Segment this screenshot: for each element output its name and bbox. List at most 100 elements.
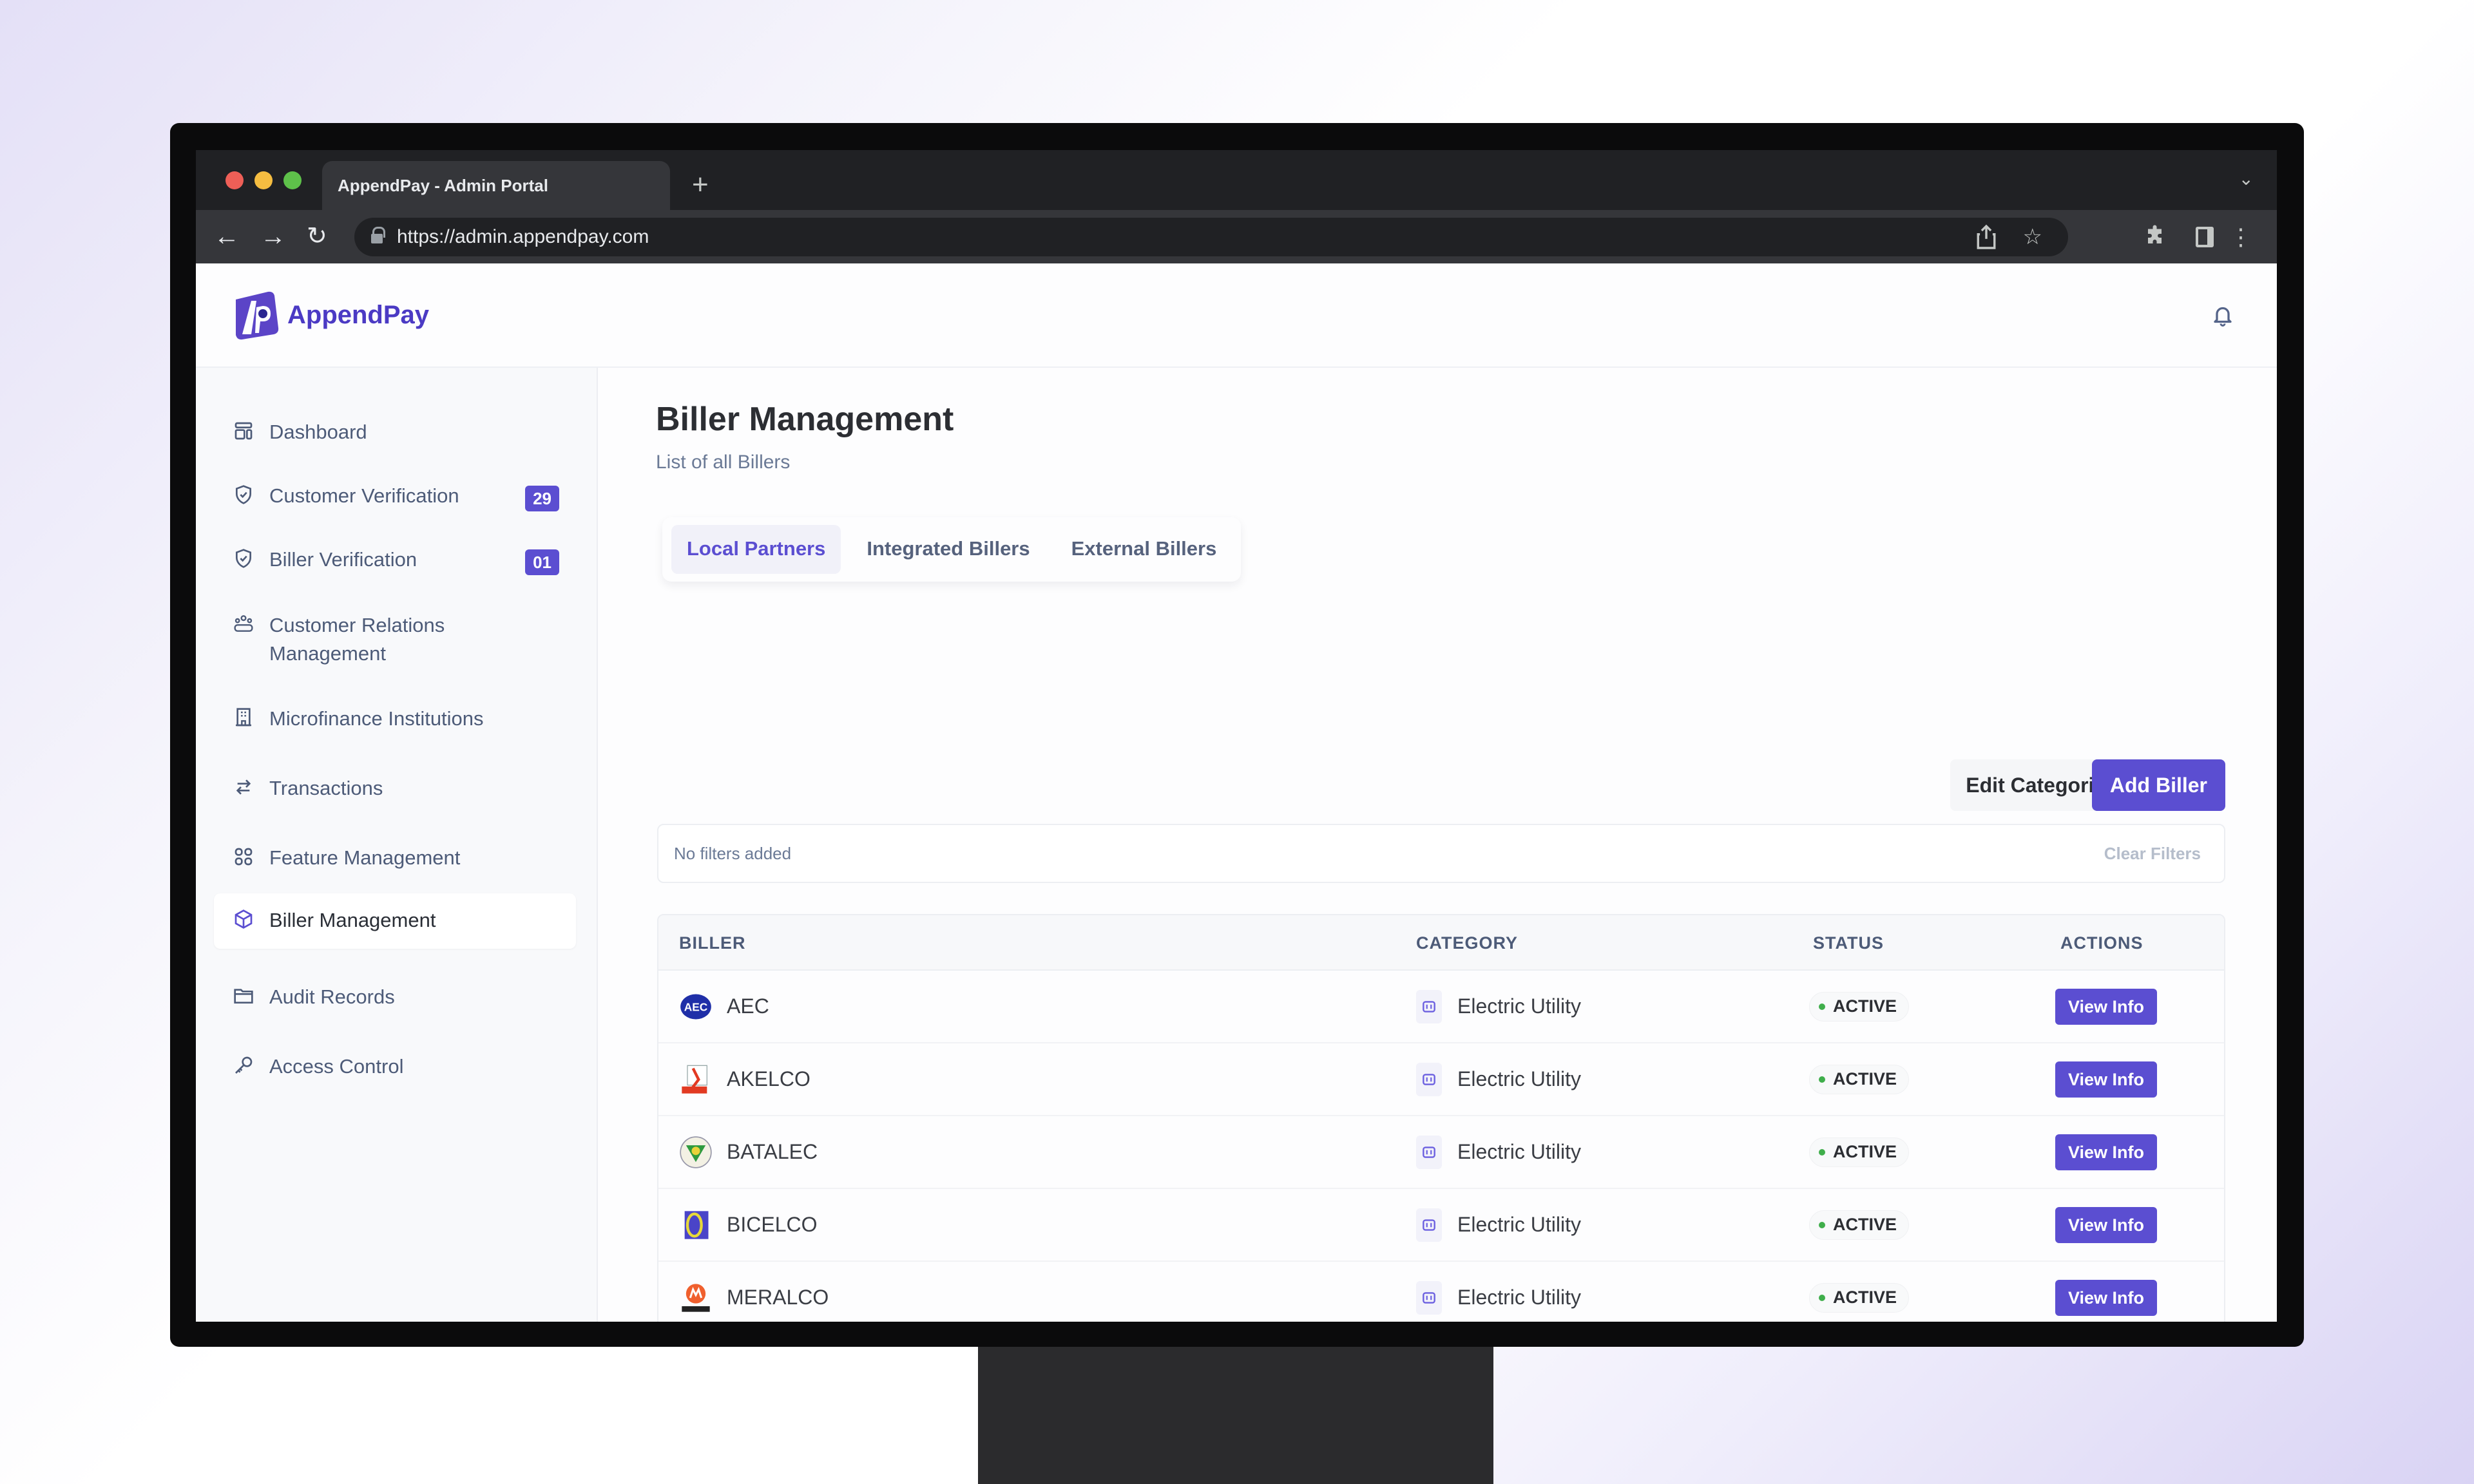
users-icon [234, 615, 253, 632]
page-subtitle: List of all Billers [656, 452, 791, 473]
filter-toolbar: Search Name Filter by Status ⌄ Filter by… [598, 759, 2277, 1201]
status-text: ACTIVE [1833, 1142, 1897, 1161]
status-dot-icon [1819, 1076, 1825, 1083]
table-row: AKELCO Electric Utility ACTIVE View Info [658, 1043, 2224, 1116]
utility-icon [1416, 989, 1442, 1023]
browser-window: AppendPay - Admin Portal + ⌄ ← → ↻ https… [196, 150, 2277, 1322]
sidebar-item-customer-relations[interactable]: Customer Relations Management [214, 602, 536, 677]
view-info-button[interactable]: View Info [2055, 1134, 2158, 1170]
sidebar-item-feature-management[interactable]: Feature Management [214, 835, 576, 881]
url-text[interactable]: https://admin.appendpay.com [397, 218, 649, 256]
sidebar-item-audit-records[interactable]: Audit Records [214, 974, 576, 1020]
sidebar-item-microfinance[interactable]: Microfinance Institutions [214, 696, 576, 742]
biller-name: BATALEC [727, 1140, 818, 1163]
view-info-button[interactable]: View Info [2055, 1061, 2158, 1098]
reload-icon[interactable]: ↻ [307, 220, 327, 252]
sidebar-item-transactions[interactable]: Transactions [214, 765, 576, 812]
add-biller-button[interactable]: Add Biller [2091, 759, 2225, 811]
appendpay-logo-mark-icon [236, 291, 279, 340]
sidebar-item-dashboard[interactable]: Dashboard [214, 409, 576, 455]
utility-icon [1416, 1280, 1442, 1315]
page-title: Biller Management [656, 401, 954, 438]
count-badge: 01 [525, 549, 559, 575]
bookmark-star-icon[interactable]: ☆ [2023, 224, 2042, 250]
browser-tab-title: AppendPay - Admin Portal [338, 176, 548, 195]
monitor-frame: AppendPay - Admin Portal + ⌄ ← → ↻ https… [170, 123, 2304, 1347]
table-header: BILLER CATEGORY STATUS ACTIONS [658, 915, 2224, 971]
biller-tabs: Local Partners Integrated Billers Extern… [662, 517, 1242, 582]
sidebar-item-label: Access Control [269, 1055, 404, 1078]
new-tab-button[interactable]: + [692, 166, 709, 204]
biller-name: AEC [727, 994, 769, 1018]
status-dot-icon [1819, 1294, 1825, 1301]
browser-menu-kebab-icon[interactable]: ⋮ [2229, 224, 2252, 250]
grid-icon [235, 848, 253, 866]
table-body: AEC AEC Electric Utility ACTIVE View Inf… [658, 971, 2224, 1322]
window-maximize-button[interactable] [283, 171, 302, 189]
monitor-stand [978, 1347, 1493, 1484]
sidebar-item-label: Microfinance Institutions [269, 707, 484, 730]
status-text: ACTIVE [1833, 1069, 1897, 1089]
arrows-swap-icon [236, 779, 251, 795]
status-dot-icon [1819, 1003, 1825, 1010]
sidebar-item-access-control[interactable]: Access Control [214, 1043, 576, 1090]
tab-search-chevron-icon[interactable]: ⌄ [2239, 168, 2254, 189]
address-bar[interactable]: https://admin.appendpay.com ☆ [354, 218, 2068, 256]
biller-logo-icon [679, 1136, 713, 1169]
column-header-category[interactable]: CATEGORY [1416, 915, 1518, 971]
table-row: AEC AEC Electric Utility ACTIVE View Inf… [658, 971, 2224, 1043]
view-info-button[interactable]: View Info [2055, 1279, 2158, 1316]
browser-tab[interactable]: AppendPay - Admin Portal [322, 161, 670, 210]
cube-icon [235, 909, 253, 929]
utility-icon [1416, 1062, 1442, 1096]
share-icon[interactable] [1975, 224, 1997, 256]
brand-name: AppendPay [287, 300, 430, 329]
key-icon [235, 1056, 253, 1074]
view-info-button[interactable]: View Info [2055, 1206, 2158, 1243]
biller-logo-icon [679, 1281, 713, 1315]
tab-integrated-billers[interactable]: Integrated Billers [851, 525, 1045, 574]
column-header-status[interactable]: STATUS [1813, 915, 1884, 971]
notification-bell-icon[interactable] [2211, 303, 2234, 327]
view-info-button[interactable]: View Info [2055, 988, 2158, 1025]
app-header: AppendPay [196, 263, 2277, 368]
sidebar-item-label: Feature Management [269, 846, 461, 869]
sidebar-item-label: Customer Relations Management [269, 614, 445, 665]
appendpay-logo[interactable]: AppendPay [228, 288, 429, 342]
forward-arrow-icon[interactable]: → [260, 220, 286, 252]
status-dot-icon [1819, 1221, 1825, 1228]
column-header-actions: ACTIONS [2060, 933, 2143, 953]
main-content: Biller Management List of all Billers Lo… [598, 368, 2277, 1322]
count-badge: 29 [525, 486, 559, 511]
status-badge: ACTIVE [1809, 1210, 1910, 1240]
sidebar-item-label: Audit Records [269, 985, 395, 1008]
lock-icon[interactable] [371, 227, 385, 243]
back-arrow-icon[interactable]: ← [214, 220, 240, 252]
sidebar-item-biller-verification[interactable]: Biller Verification 01 [214, 537, 576, 583]
tab-external-billers[interactable]: External Billers [1056, 525, 1232, 574]
sidebar-item-label: Transactions [269, 777, 383, 799]
shield-check-icon [236, 549, 251, 568]
table-row: BICELCO Electric Utility ACTIVE View Inf… [658, 1189, 2224, 1262]
status-text: ACTIVE [1833, 1215, 1897, 1234]
sidebar: Dashboard Customer Verification 29 Bille… [196, 368, 598, 1322]
sidebar-item-label: Dashboard [269, 421, 367, 443]
active-filters-bar: No filters added Clear Filters [657, 824, 2225, 883]
sidebar-item-customer-verification[interactable]: Customer Verification 29 [214, 473, 576, 519]
status-badge: ACTIVE [1809, 1282, 1910, 1313]
side-panel-icon[interactable] [2196, 224, 2214, 252]
tab-local-partners[interactable]: Local Partners [671, 525, 841, 574]
biller-name: BICELCO [727, 1213, 818, 1236]
sidebar-item-biller-management[interactable]: Biller Management [214, 893, 576, 949]
category-name: Electric Utility [1457, 1286, 1582, 1309]
extensions-puzzle-icon[interactable] [2144, 224, 2167, 252]
category-name: Electric Utility [1457, 1213, 1582, 1236]
svg-text:AEC: AEC [684, 1000, 708, 1013]
shield-check-icon [236, 485, 251, 504]
window-close-button[interactable] [225, 171, 244, 189]
clear-filters-button[interactable]: Clear Filters [2104, 825, 2201, 882]
window-minimize-button[interactable] [254, 171, 273, 189]
utility-icon [1416, 1208, 1442, 1242]
column-header-biller[interactable]: BILLER [679, 915, 746, 971]
no-filters-text: No filters added [674, 844, 792, 863]
